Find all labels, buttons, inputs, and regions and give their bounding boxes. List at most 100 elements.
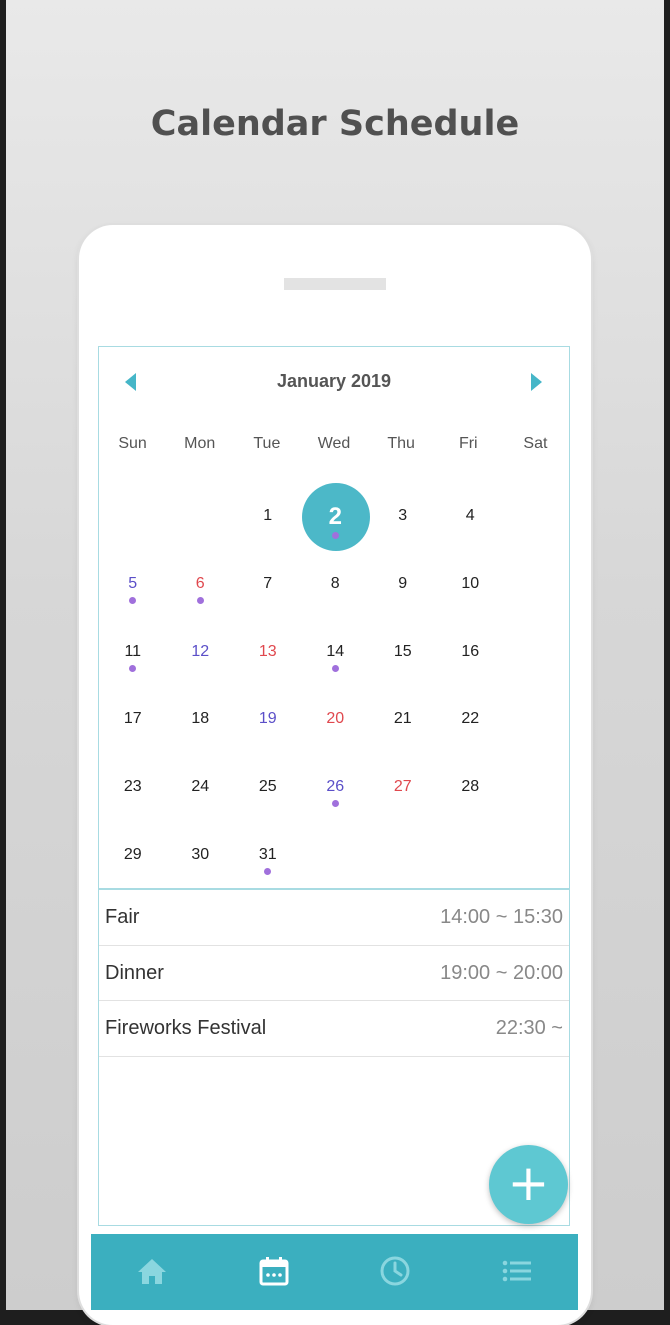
- day-cell[interactable]: 23: [99, 754, 167, 822]
- tab-calendar[interactable]: [213, 1234, 335, 1310]
- event-time: 22:30 ~: [495, 1017, 563, 1039]
- day-number: 7: [263, 574, 273, 592]
- weekday-label: Thu: [387, 435, 415, 452]
- day-number: 9: [398, 574, 408, 592]
- day-number: 24: [191, 778, 210, 796]
- event-title: Fireworks Festival: [105, 1017, 267, 1039]
- day-number: 3: [398, 507, 408, 524]
- event-row[interactable]: Dinner 19:00 ~ 20:00: [99, 946, 569, 1001]
- chevron-right-icon: [531, 373, 542, 391]
- day-number: 30: [191, 845, 210, 863]
- day-cell[interactable]: 30: [167, 822, 235, 890]
- event-row[interactable]: Fireworks Festival 22:30 ~: [99, 1001, 569, 1057]
- event-title: Dinner: [105, 961, 164, 984]
- tab-home[interactable]: [91, 1234, 213, 1310]
- day-number: 1: [263, 507, 273, 524]
- event-time: 19:00 ~ 20:00: [440, 961, 563, 984]
- day-cell[interactable]: 27: [369, 754, 437, 822]
- day-number: 17: [123, 710, 142, 728]
- event-title: Fair: [105, 906, 140, 928]
- day-number: 20: [326, 710, 345, 728]
- month-title: January 2019: [276, 371, 392, 391]
- next-month-button[interactable]: [523, 369, 549, 395]
- day-cell[interactable]: 29: [99, 822, 167, 890]
- day-cell[interactable]: 28: [437, 754, 505, 822]
- day-cell[interactable]: 13: [234, 619, 302, 687]
- weekday-label: Sat: [523, 435, 548, 452]
- day-number: 6: [195, 574, 205, 592]
- day-cell[interactable]: 31: [234, 822, 302, 890]
- day-number: 8: [330, 574, 340, 592]
- day-number: 4: [465, 507, 475, 524]
- day-cell[interactable]: 21: [369, 686, 437, 754]
- weekday-label: Tue: [253, 435, 281, 452]
- day-cell-selected[interactable]: 2: [301, 483, 370, 551]
- day-number: 5: [128, 574, 138, 592]
- phone-speaker: [284, 278, 386, 290]
- tab-clock[interactable]: [335, 1234, 457, 1310]
- day-number: 18: [191, 710, 210, 728]
- day-number: 19: [258, 710, 277, 728]
- event-dot-indicator: [264, 867, 271, 875]
- weekday-header-row: Sun Mon Tue Wed Thu Fri Sat: [99, 435, 569, 465]
- day-cell-empty: [167, 483, 235, 551]
- day-cell[interactable]: 6: [167, 551, 235, 619]
- day-number: 26: [326, 778, 345, 796]
- list-icon: [500, 1252, 534, 1293]
- day-cell[interactable]: 7: [234, 551, 302, 619]
- event-row[interactable]: Fair 14:00 ~ 15:30: [99, 890, 569, 946]
- event-time: 14:00 ~ 15:30: [440, 906, 563, 928]
- day-cell[interactable]: 3: [369, 483, 437, 551]
- day-cell[interactable]: 26: [302, 754, 370, 822]
- day-cell[interactable]: 11: [99, 619, 167, 687]
- day-number: 12: [191, 642, 210, 660]
- day-number: 15: [393, 642, 412, 660]
- day-cell[interactable]: 5: [99, 551, 167, 619]
- weekday-label: Sun: [118, 435, 147, 452]
- day-cell[interactable]: 22: [437, 686, 505, 754]
- weekday-label: Wed: [317, 435, 351, 452]
- day-number: 16: [461, 642, 480, 660]
- tab-list[interactable]: [456, 1234, 578, 1310]
- calendar-grid: 1 2 3 4 5 6 7 8 9 10 11 12 13 14 15 16 17 18 19 20 21 22 23 24 2…: [99, 483, 569, 890]
- day-number: 29: [123, 845, 142, 863]
- day-cell[interactable]: 14: [302, 619, 370, 687]
- calendar-header: January 2019: [99, 347, 569, 417]
- day-cell[interactable]: 24: [167, 754, 235, 822]
- day-cell[interactable]: 18: [167, 686, 235, 754]
- day-number: 31: [258, 845, 277, 863]
- weekday-label: Mon: [184, 435, 216, 452]
- day-cell[interactable]: 9: [369, 551, 437, 619]
- clock-icon: [378, 1252, 412, 1293]
- day-cell[interactable]: 19: [234, 686, 302, 754]
- day-cell[interactable]: 20: [302, 686, 370, 754]
- day-cell[interactable]: 10: [437, 551, 505, 619]
- day-cell[interactable]: 17: [99, 686, 167, 754]
- day-number: 27: [393, 778, 412, 796]
- day-number: 21: [393, 710, 412, 728]
- day-cell[interactable]: 16: [437, 619, 505, 687]
- day-number: 28: [461, 778, 480, 796]
- day-number: 22: [461, 710, 480, 728]
- add-event-button[interactable]: +: [489, 1145, 568, 1224]
- plus-icon: +: [507, 1154, 550, 1212]
- day-cell[interactable]: 1: [234, 483, 302, 551]
- event-dot-indicator: [331, 664, 339, 672]
- day-cell-empty: [99, 483, 167, 551]
- page-title: Calendar Schedule: [150, 104, 520, 144]
- event-dot-indicator: [196, 596, 204, 604]
- day-cell[interactable]: 12: [167, 619, 235, 687]
- bottom-tab-bar: [91, 1234, 578, 1310]
- day-cell[interactable]: 8: [302, 551, 370, 619]
- event-dot-indicator: [129, 664, 136, 672]
- calendar-icon: [257, 1252, 291, 1293]
- weekday-label: Fri: [458, 435, 478, 452]
- event-dot-indicator: [331, 532, 339, 539]
- day-number: 2: [328, 503, 342, 530]
- home-icon: [135, 1252, 169, 1293]
- day-cell[interactable]: 15: [369, 619, 437, 687]
- day-cell[interactable]: 4: [437, 483, 505, 551]
- event-dot-indicator: [331, 800, 339, 808]
- day-number: 25: [258, 778, 277, 796]
- day-cell[interactable]: 25: [234, 754, 302, 822]
